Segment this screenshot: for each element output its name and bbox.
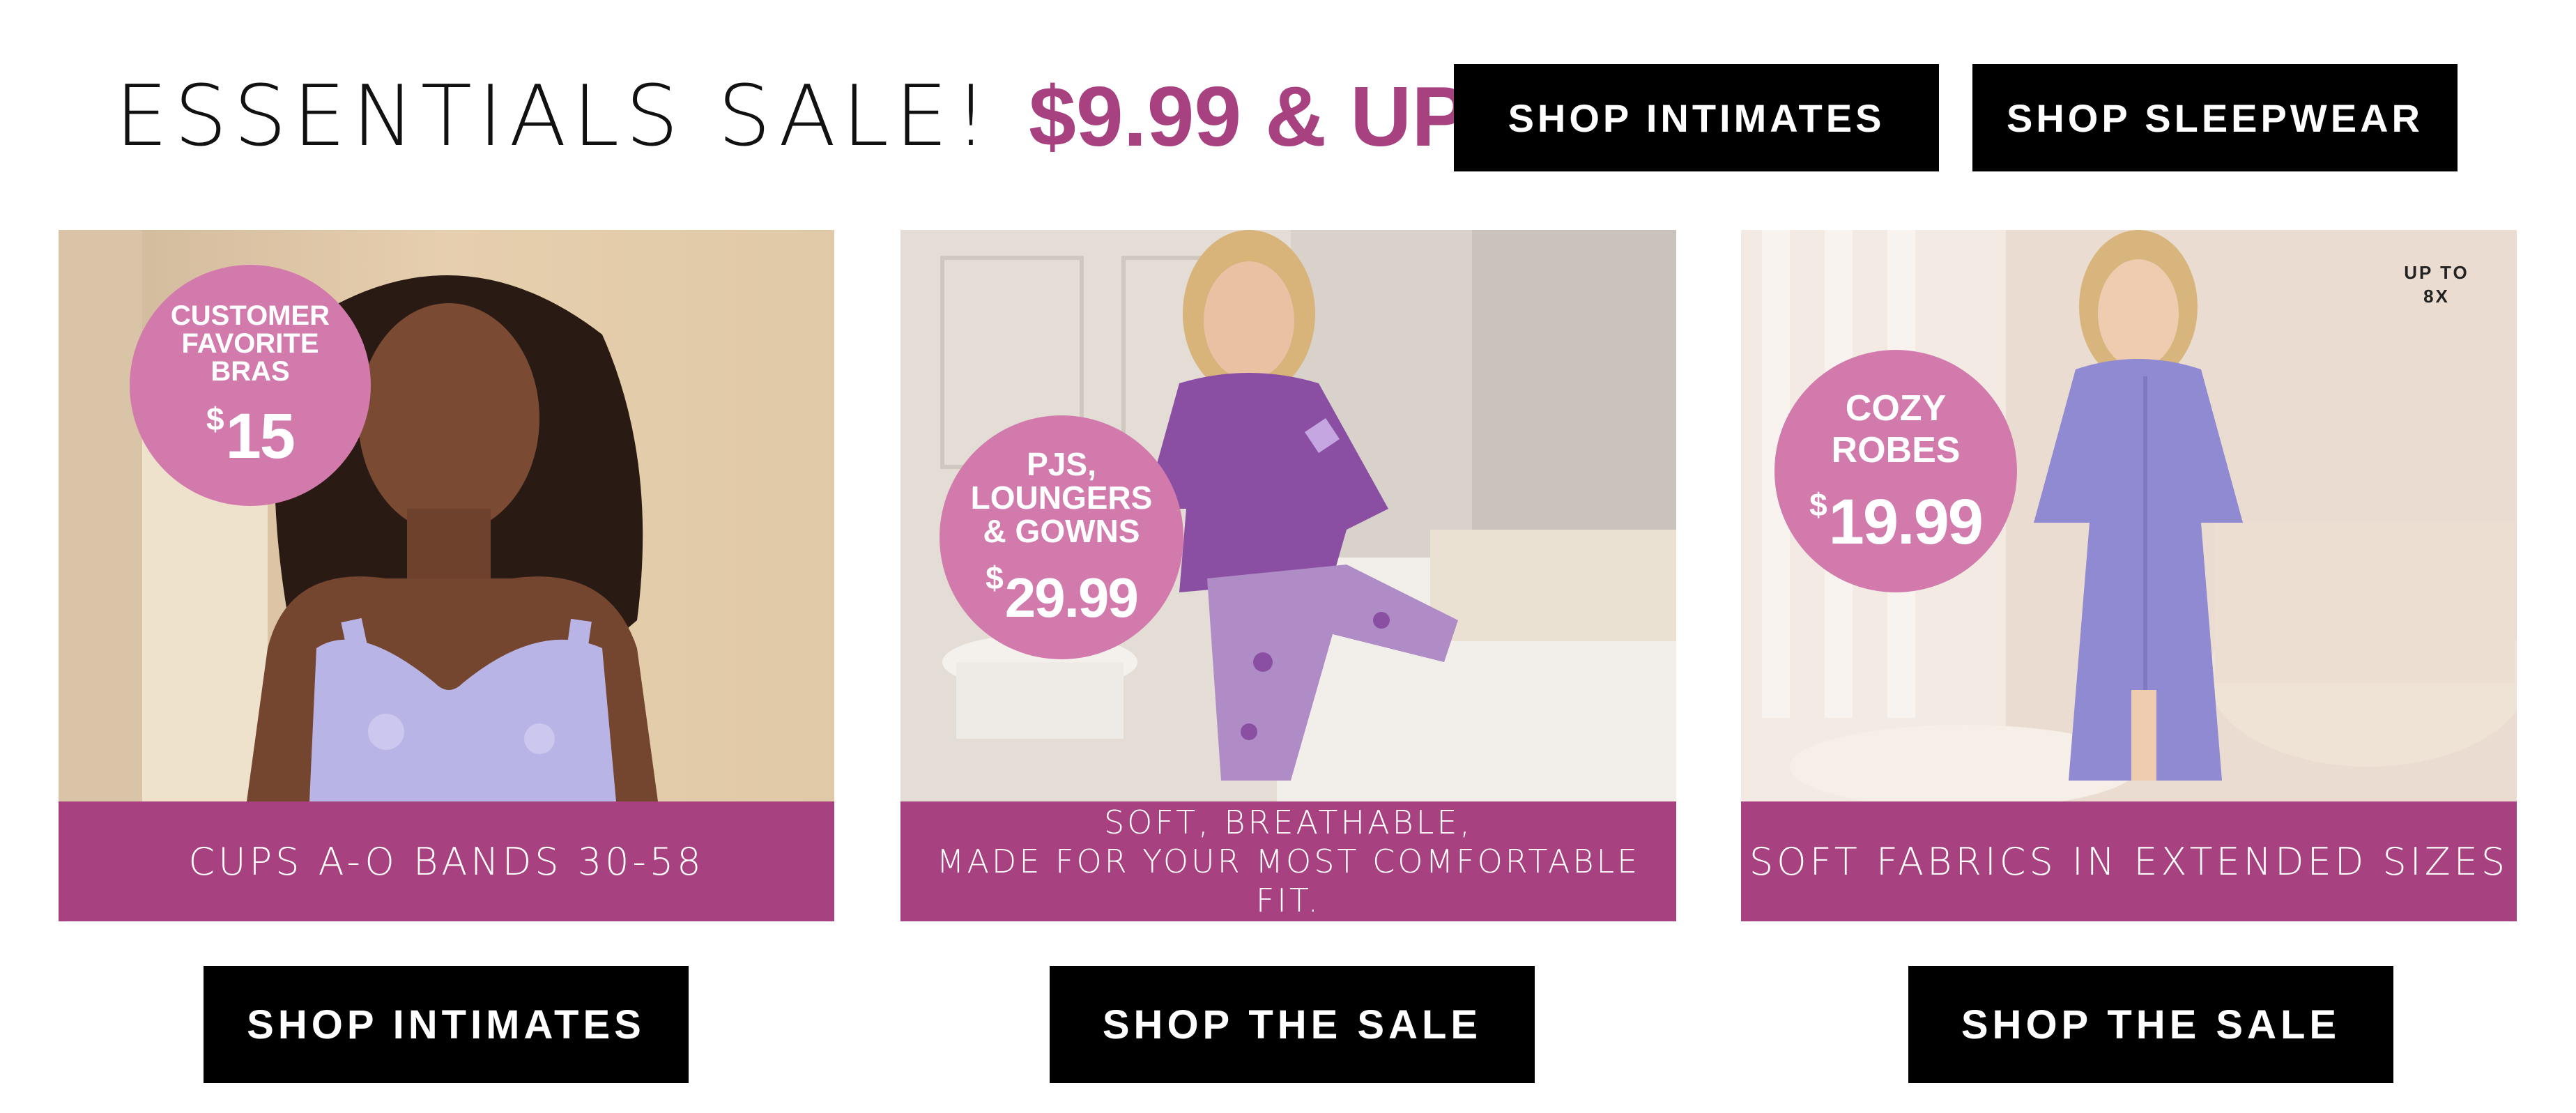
badge-line: ROBES: [1831, 429, 1961, 470]
headline-lead: ESSENTIALS SALE!: [115, 68, 994, 165]
badge-price-value: 29.99: [1004, 566, 1139, 629]
size-note-line: 8X: [2423, 286, 2450, 307]
badge-line: PJS,: [1027, 445, 1096, 482]
badge-currency: $: [1809, 486, 1827, 523]
shop-intimates-button[interactable]: SHOP INTIMATES: [204, 966, 689, 1083]
shop-intimates-button[interactable]: SHOP INTIMATES: [1454, 64, 1939, 171]
caption-line: SOFT FABRICS IN EXTENDED SIZES: [1749, 839, 2509, 884]
badge-price: $15: [206, 385, 296, 472]
badge-currency: $: [986, 559, 1004, 596]
badge-price: $29.99: [986, 548, 1139, 629]
badge-price: $19.99: [1809, 471, 1984, 558]
badge-line: CUSTOMER: [170, 300, 330, 331]
card-caption: CUPS A-O BANDS 30-58: [59, 801, 834, 921]
badge-line: & GOWNS: [983, 512, 1140, 549]
shop-the-sale-button[interactable]: SHOP THE SALE: [1908, 966, 2393, 1083]
sale-headline: ESSENTIALS SALE! $9.99 & UP: [115, 64, 1469, 169]
shop-sleepwear-button[interactable]: SHOP SLEEPWEAR: [1972, 64, 2458, 171]
shop-the-sale-button[interactable]: SHOP THE SALE: [1050, 966, 1535, 1083]
caption-line: CUPS A-O BANDS 30-58: [188, 839, 705, 884]
badge-line: FAVORITE: [181, 328, 319, 359]
promo-card-robes[interactable]: COZY ROBES $19.99 UP TO 8X SOFT FABRICS …: [1741, 230, 2517, 921]
badge-line: BRAS: [210, 355, 290, 387]
badge-line: COZY: [1845, 387, 1947, 429]
badge-price-value: 19.99: [1828, 486, 1984, 558]
price-badge: CUSTOMER FAVORITE BRAS $15: [130, 265, 371, 506]
badge-price-value: 15: [225, 400, 296, 472]
card-caption: SOFT FABRICS IN EXTENDED SIZES: [1741, 801, 2517, 921]
caption-line: MADE FOR YOUR MOST COMFORTABLE FIT.: [936, 843, 1641, 919]
promo-card-bras[interactable]: CUSTOMER FAVORITE BRAS $15 CUPS A-O BAND…: [59, 230, 834, 921]
badge-currency: $: [206, 400, 224, 437]
size-note-line: UP TO: [2404, 262, 2469, 283]
promo-card-pjs[interactable]: PJS, LOUNGERS & GOWNS $29.99 SOFT, BREAT…: [900, 230, 1676, 921]
price-badge: PJS, LOUNGERS & GOWNS $29.99: [940, 415, 1183, 659]
headline-price: $9.99 & UP: [1028, 69, 1469, 164]
price-badge: COZY ROBES $19.99: [1774, 350, 2017, 592]
caption-line: SOFT, BREATHABLE,: [1103, 804, 1473, 841]
badge-line: LOUNGERS: [970, 479, 1153, 516]
size-note: UP TO 8X: [2398, 261, 2475, 308]
card-caption: SOFT, BREATHABLE, MADE FOR YOUR MOST COM…: [900, 801, 1676, 921]
